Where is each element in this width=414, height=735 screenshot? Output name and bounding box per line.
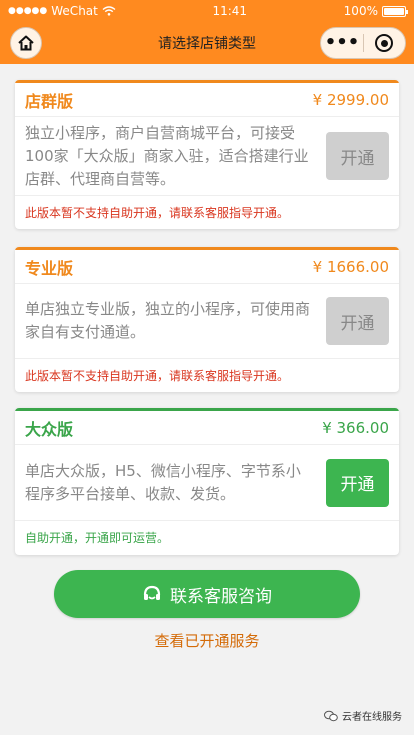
plan-name: 大众版 [25, 419, 74, 439]
plan-description: 单店大众版，H5、微信小程序、字节系小程序多平台接单、收款、发货。 [25, 461, 301, 503]
contact-support-label: 联系客服咨询 [170, 586, 272, 607]
view-opened-services-link[interactable]: 查看已开通服务 [0, 630, 414, 651]
home-icon [18, 35, 34, 51]
more-options-button[interactable]: ••• [321, 34, 363, 52]
plan-name: 专业版 [25, 258, 74, 278]
nav-bar: 请选择店铺类型 ••• [0, 22, 414, 64]
plan-name: 店群版 [25, 91, 74, 111]
miniprogram-capsule: ••• [320, 27, 406, 59]
signal-icon: ●●●●● [8, 6, 48, 16]
plan-body: 单店独立专业版，独立的小程序，可使用商家自有支付通道。 开通 [15, 284, 399, 359]
plan-note: 此版本暂不支持自助开通，请联系客服指导开通。 [25, 369, 290, 383]
close-ring-icon [375, 34, 394, 52]
close-miniprogram-button[interactable] [364, 34, 405, 52]
plan-header: 店群版 ¥ 2999.00 [15, 83, 399, 117]
contact-support-button[interactable]: 联系客服咨询 [54, 570, 360, 618]
plan-price: ¥ 2999.00 [312, 90, 389, 109]
plan-card-professional: 专业版 ¥ 1666.00 单店独立专业版，独立的小程序，可使用商家自有支付通道… [15, 247, 399, 392]
plan-description: 独立小程序，商户自营商城平台，可接受100家「大众版」商家入驻，适合搭建行业店群… [25, 123, 309, 188]
plan-body: 单店大众版，H5、微信小程序、字节系小程序多平台接单、收款、发货。 开通 [15, 445, 399, 521]
plan-price: ¥ 1666.00 [312, 257, 389, 276]
status-time: 11:41 [212, 4, 248, 18]
page-title: 请选择店铺类型 [158, 36, 256, 52]
plan-body: 独立小程序，商户自营商城平台，可接受100家「大众版」商家入驻，适合搭建行业店群… [15, 117, 399, 196]
plan-card-store-group: 店群版 ¥ 2999.00 独立小程序，商户自营商城平台，可接受100家「大众版… [15, 80, 399, 229]
plan-header: 大众版 ¥ 366.00 [15, 411, 399, 445]
status-right: 100% [343, 4, 408, 18]
plan-card-standard: 大众版 ¥ 366.00 单店大众版，H5、微信小程序、字节系小程序多平台接单、… [15, 408, 399, 555]
open-plan-button[interactable]: 开通 [326, 458, 389, 507]
plan-description: 单店独立专业版，独立的小程序，可使用商家自有支付通道。 [25, 300, 311, 341]
home-button[interactable] [10, 27, 42, 59]
battery-icon [381, 5, 408, 17]
wifi-icon [102, 6, 116, 16]
plan-note: 自助开通，开通即可运营。 [25, 531, 170, 545]
wechat-channel-icon [324, 710, 338, 721]
plan-note: 此版本暂不支持自助开通，请联系客服指导开通。 [25, 206, 290, 220]
plan-header: 专业版 ¥ 1666.00 [15, 250, 399, 284]
carrier-label: WeChat [51, 4, 98, 18]
open-plan-button[interactable]: 开通 [326, 297, 389, 345]
open-plan-button[interactable]: 开通 [326, 132, 389, 180]
status-bar: ●●●●● WeChat 11:41 100% [0, 0, 414, 22]
headset-icon [143, 585, 161, 600]
status-left: ●●●●● WeChat [8, 4, 116, 18]
plan-price: ¥ 366.00 [322, 418, 389, 437]
battery-percent: 100% [343, 4, 378, 18]
watermark-text: 云者在线服务 [342, 712, 402, 723]
watermark: 云者在线服务 [324, 708, 402, 723]
